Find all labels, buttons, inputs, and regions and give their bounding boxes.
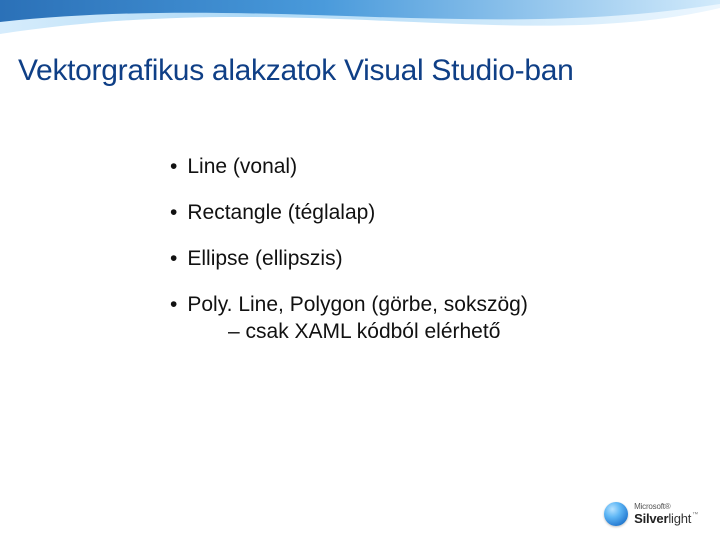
slide-title: Vektorgrafikus alakzatok Visual Studio-b… <box>18 54 574 88</box>
list-item-text: Line (vonal) <box>187 155 297 178</box>
logo-silverlight-prefix: Silver <box>634 511 668 526</box>
bullet-icon: • <box>170 247 177 270</box>
header-wave <box>0 0 720 54</box>
list-item-text: Ellipse (ellipszis) <box>187 247 342 270</box>
list-item-subtext: – csak XAML kódból elérhető <box>170 320 650 344</box>
silverlight-orb-icon <box>604 502 628 526</box>
trademark-icon: ™ <box>692 512 698 518</box>
list-item: • Rectangle (téglalap) <box>170 201 650 225</box>
bullet-icon: • <box>170 201 177 224</box>
silverlight-wordmark: Microsoft® Silverlight™ <box>634 503 698 525</box>
bullet-list: • Line (vonal) • Rectangle (téglalap) • Ell… <box>170 155 650 366</box>
bullet-icon: • <box>170 155 177 178</box>
logo-microsoft-label: Microsoft® <box>634 503 698 511</box>
list-item-text: Poly. Line, Polygon (görbe, sokszög) <box>187 293 527 316</box>
list-item: • Ellipse (ellipszis) <box>170 247 650 271</box>
logo-silverlight-label: Silverlight™ <box>634 512 698 525</box>
list-item-text: Rectangle (téglalap) <box>187 201 375 224</box>
bullet-icon: • <box>170 293 177 316</box>
list-item: • Line (vonal) <box>170 155 650 179</box>
silverlight-logo: Microsoft® Silverlight™ <box>604 502 698 526</box>
logo-silverlight-suffix: light <box>668 511 691 526</box>
list-item: • Poly. Line, Polygon (görbe, sokszög) – … <box>170 293 650 343</box>
